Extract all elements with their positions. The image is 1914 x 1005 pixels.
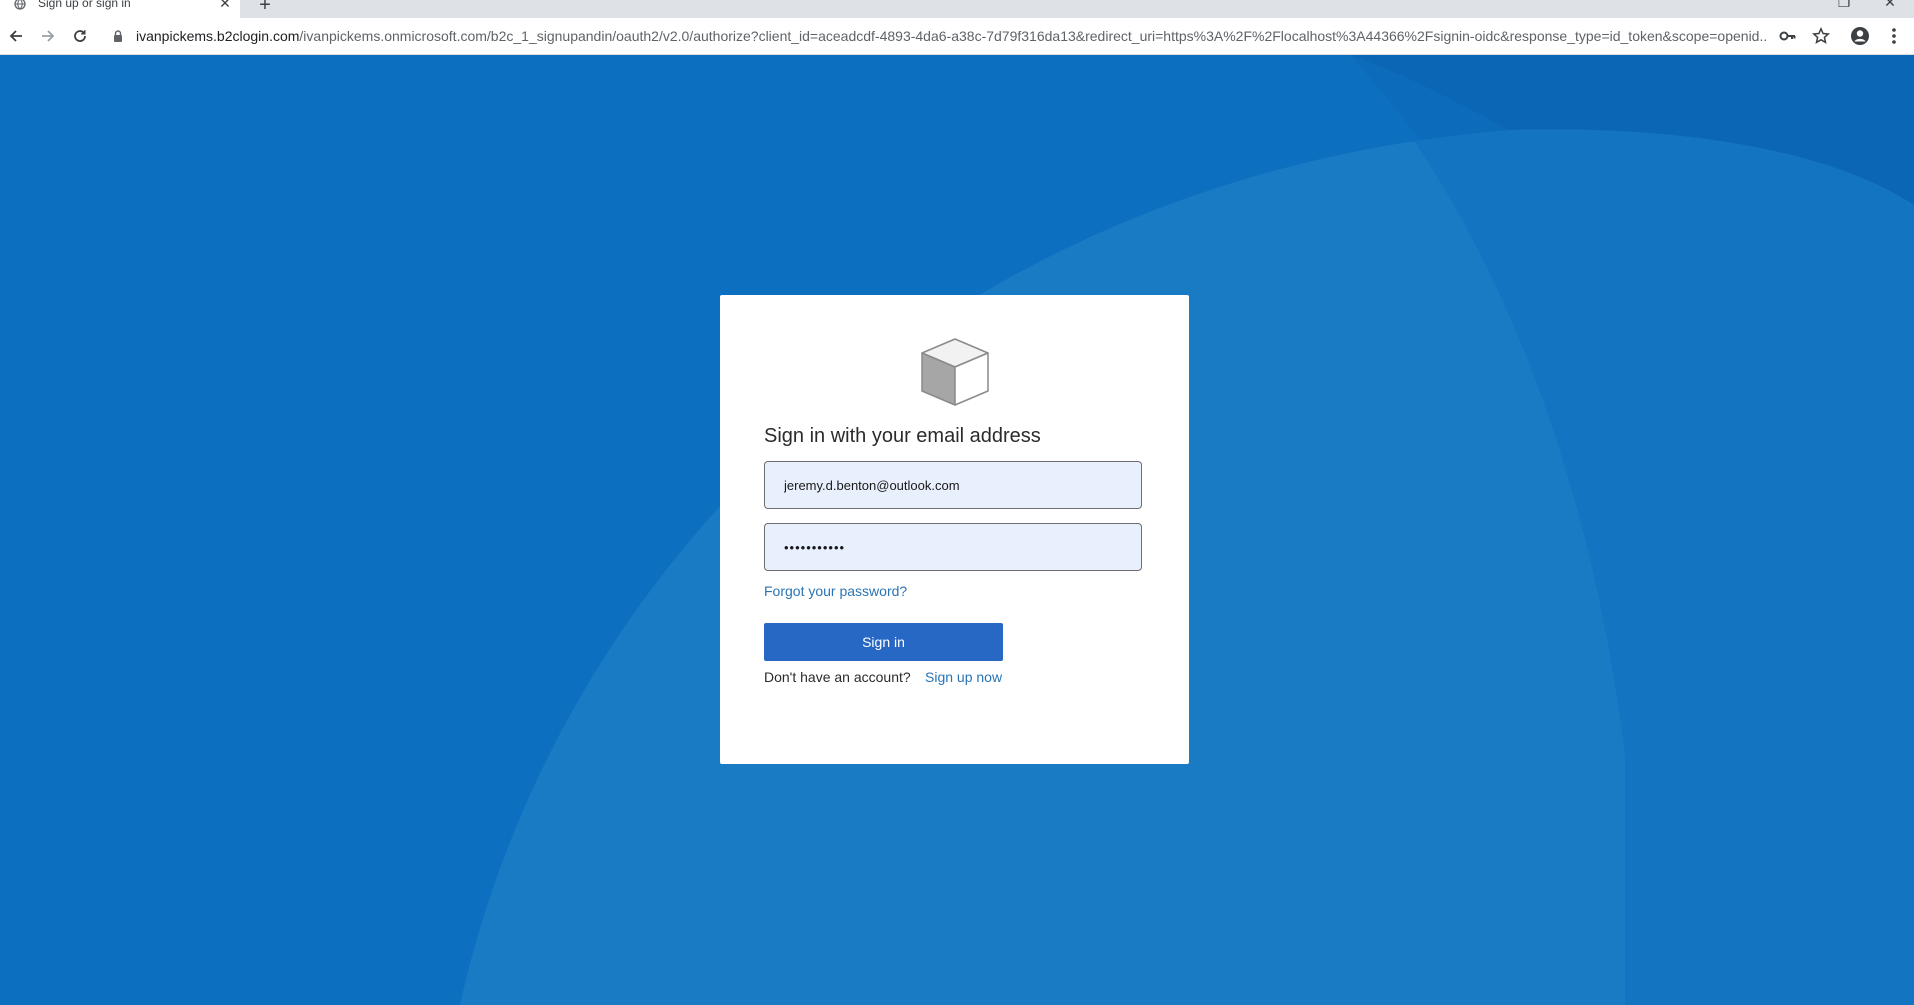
star-icon [1812, 27, 1830, 44]
globe-icon [14, 0, 26, 10]
password-key-button[interactable] [1778, 26, 1798, 46]
signin-card: Sign in with your email address Forgot y… [720, 295, 1189, 764]
page-title: Sign in with your email address [764, 425, 1041, 447]
forward-arrow-icon [42, 30, 55, 42]
signup-link[interactable]: Sign up now [925, 669, 1002, 685]
no-account-label: Don't have an account? [764, 669, 911, 685]
menu-button[interactable] [1884, 26, 1904, 46]
browser-toolbar: ivanpickems.b2clogin.com/ivanpickems.onm… [0, 18, 1914, 55]
browser-window: Sign up or sign in ✕ + ❐ ✕ ivanpickems.b… [0, 0, 1914, 1005]
address-bar[interactable]: ivanpickems.b2clogin.com/ivanpickems.onm… [100, 22, 1772, 50]
reload-button[interactable] [68, 24, 92, 48]
browser-tab[interactable]: Sign up or sign in ✕ [0, 0, 240, 18]
url-host: ivanpickems.b2clogin.com [136, 28, 300, 44]
url-text[interactable]: ivanpickems.b2clogin.com/ivanpickems.onm… [136, 28, 1766, 44]
page-content: Sign in with your email address Forgot y… [0, 55, 1914, 1005]
forgot-password-link[interactable]: Forgot your password? [764, 583, 907, 599]
lock-icon[interactable] [112, 30, 124, 42]
back-arrow-icon [9, 30, 22, 42]
close-window-icon[interactable]: ✕ [1882, 0, 1898, 10]
restore-window-icon[interactable]: ❐ [1836, 0, 1852, 10]
tab-title: Sign up or sign in [38, 0, 131, 10]
url-path: /ivanpickems.onmicrosoft.com/b2c_1_signu… [299, 28, 1766, 44]
signin-button[interactable]: Sign in [764, 623, 1003, 661]
bookmark-button[interactable] [1811, 26, 1831, 46]
tab-strip: Sign up or sign in ✕ + ❐ ✕ [0, 0, 1914, 18]
kebab-menu-icon [1892, 28, 1896, 44]
key-icon [1779, 31, 1796, 41]
profile-icon [1851, 27, 1869, 45]
email-field[interactable] [764, 461, 1142, 509]
back-button[interactable] [4, 24, 28, 48]
cube-logo-icon [921, 338, 989, 406]
password-field[interactable] [764, 523, 1142, 571]
new-tab-icon[interactable]: + [256, 0, 274, 15]
reload-icon [74, 30, 86, 42]
profile-button[interactable] [1850, 26, 1870, 46]
forward-button[interactable] [36, 24, 60, 48]
close-tab-icon[interactable]: ✕ [218, 0, 232, 10]
